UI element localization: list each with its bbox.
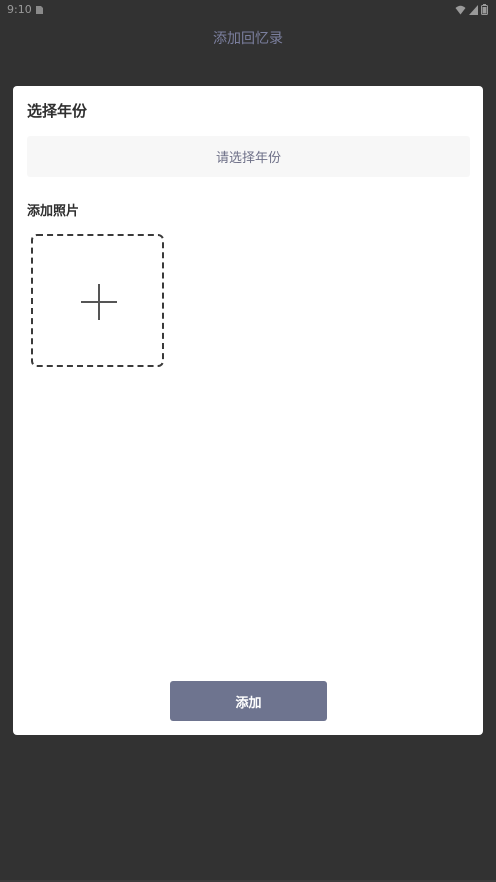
plus-icon bbox=[81, 284, 117, 320]
wifi-icon bbox=[455, 5, 466, 14]
signal-icon bbox=[469, 4, 478, 15]
add-photo-button[interactable] bbox=[31, 234, 164, 367]
add-button[interactable]: 添加 bbox=[170, 681, 327, 721]
year-select[interactable]: 请选择年份 bbox=[27, 136, 470, 177]
sim-card-icon bbox=[36, 6, 43, 14]
page-title: 添加回忆录 bbox=[213, 31, 283, 47]
status-time: 9:10 bbox=[7, 3, 32, 16]
battery-icon bbox=[481, 4, 488, 15]
photo-section-title: 添加照片 bbox=[27, 204, 80, 219]
add-memoir-dialog: 选择年份 请选择年份 添加照片 添加 bbox=[13, 86, 483, 735]
status-icons bbox=[455, 4, 488, 15]
year-section-title: 选择年份 bbox=[27, 102, 88, 120]
status-bar: 9:10 bbox=[0, 0, 496, 20]
